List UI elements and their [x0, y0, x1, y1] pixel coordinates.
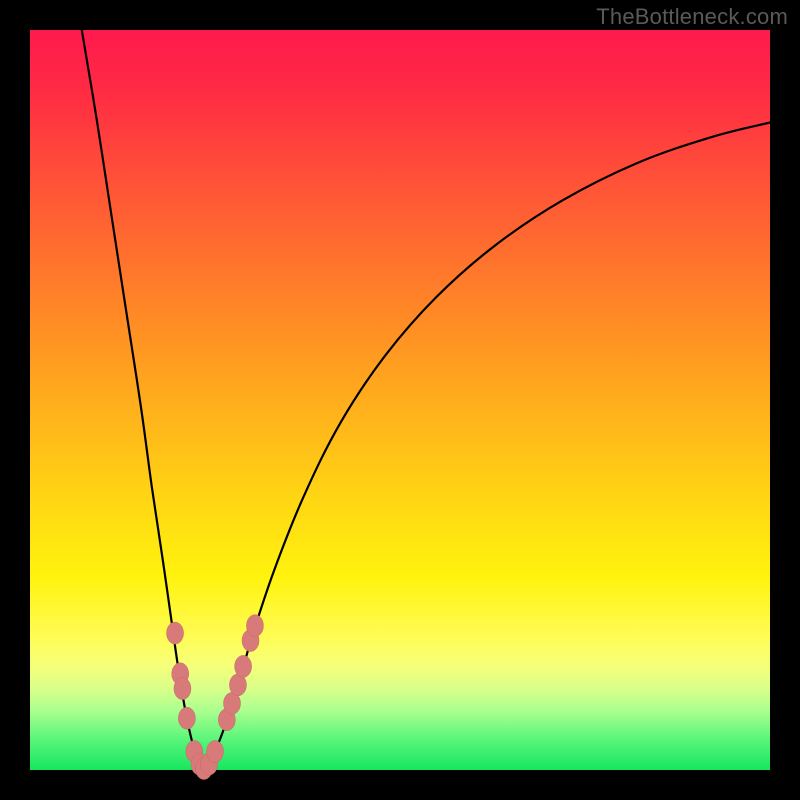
- data-marker: [235, 655, 252, 677]
- data-marker: [174, 678, 191, 700]
- chart-frame: TheBottleneck.com: [0, 0, 800, 800]
- data-marker: [207, 741, 224, 763]
- chart-svg: [30, 30, 770, 770]
- watermark-text: TheBottleneck.com: [596, 4, 788, 30]
- plot-area: [30, 30, 770, 770]
- markers-group: [167, 615, 264, 780]
- data-marker: [246, 615, 263, 637]
- curve-group: [82, 30, 770, 770]
- data-marker: [167, 622, 184, 644]
- right-branch-path: [204, 123, 770, 771]
- data-marker: [178, 707, 195, 729]
- left-branch-path: [82, 30, 204, 770]
